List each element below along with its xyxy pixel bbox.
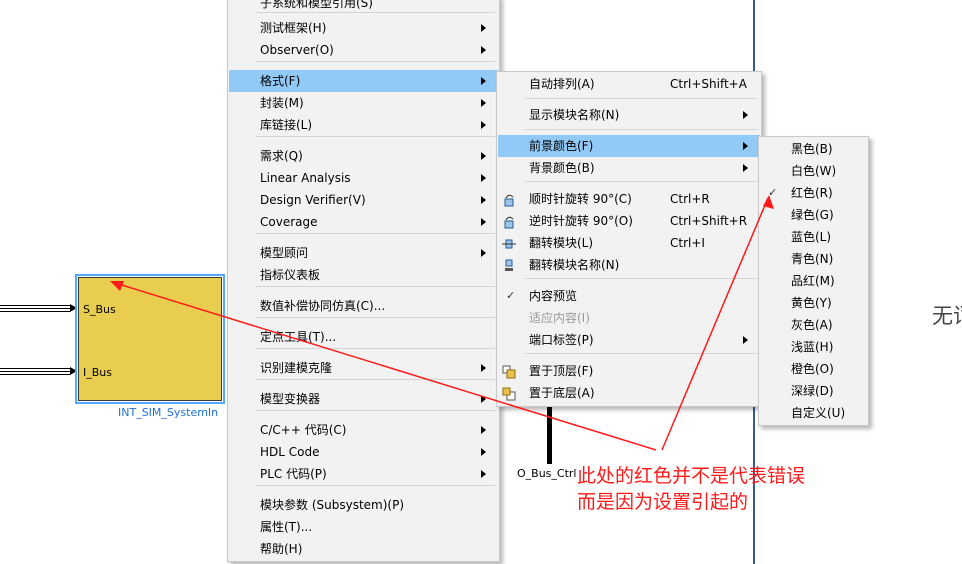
- annotation-arrow-to-red-color: [661, 197, 769, 451]
- annotation-arrows: [110, 195, 774, 451]
- annotation-text-line1: 此处的红色并不是代表错误: [577, 465, 806, 487]
- annotation-text-line2: 而是因为设置引起的: [577, 491, 749, 513]
- arrowhead-icon: [110, 281, 124, 291]
- annotation-arrow-to-block: [111, 281, 657, 451]
